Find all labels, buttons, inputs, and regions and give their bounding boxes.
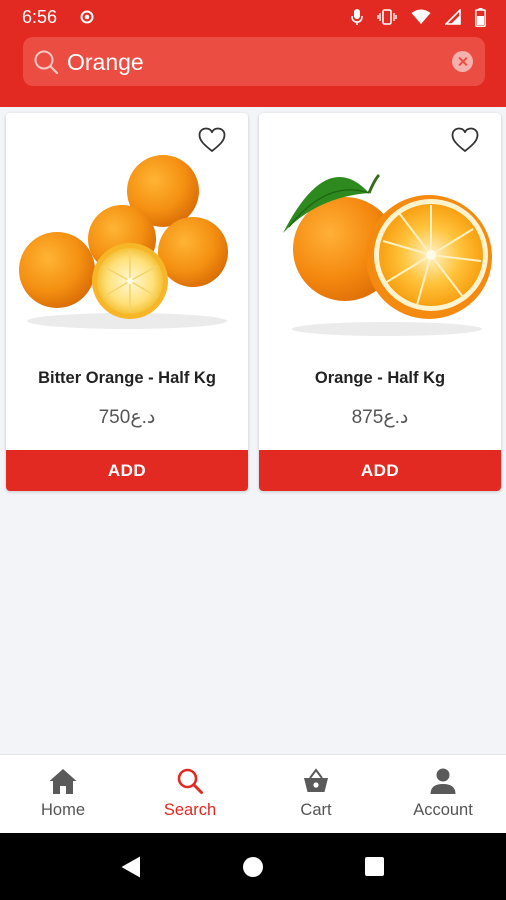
nav-item-home[interactable]: Home <box>0 755 126 834</box>
status-icons <box>351 7 486 27</box>
product-card[interactable]: Orange - Half Kg 875د.ع ADD <box>259 113 501 491</box>
record-icon <box>80 10 94 29</box>
clear-search-button[interactable] <box>452 51 473 72</box>
system-navigation-bar <box>0 833 506 900</box>
product-name: Bitter Orange - Half Kg <box>38 369 216 387</box>
product-card[interactable]: Bitter Orange - Half Kg 750د.ع ADD <box>6 113 248 491</box>
product-price: 875د.ع <box>351 407 409 428</box>
basket-icon <box>302 767 330 800</box>
nav-label: Cart <box>300 801 332 819</box>
home-icon <box>48 767 78 800</box>
search-input[interactable] <box>65 45 429 79</box>
search-icon <box>176 767 204 800</box>
status-bar: 6:56 <box>0 0 506 34</box>
vibrate-icon <box>377 9 397 25</box>
app-header: 6:56 <box>0 0 506 107</box>
battery-icon <box>475 7 486 27</box>
back-icon[interactable] <box>120 855 142 884</box>
nav-item-cart[interactable]: Cart <box>253 755 379 834</box>
nav-item-search[interactable]: Search <box>127 755 253 834</box>
home-button-icon[interactable] <box>243 857 263 877</box>
bitter-orange-image <box>19 155 228 329</box>
recent-apps-icon[interactable] <box>365 857 384 876</box>
search-icon <box>33 49 59 80</box>
nav-label: Search <box>163 801 217 819</box>
search-bar[interactable] <box>23 37 485 86</box>
add-to-cart-button[interactable]: ADD <box>6 450 248 491</box>
nav-label: Home <box>40 801 85 819</box>
status-time: 6:56 <box>22 7 58 27</box>
product-price: 750د.ع <box>98 407 156 428</box>
product-name: Orange - Half Kg <box>314 369 446 387</box>
wifi-icon <box>411 9 431 25</box>
bottom-navigation: Home Search Cart Account <box>0 754 506 834</box>
orange-image <box>283 173 492 336</box>
nav-item-account[interactable]: Account <box>380 755 506 834</box>
nav-label: Account <box>413 801 473 819</box>
person-icon <box>429 767 457 800</box>
mic-icon <box>351 8 363 26</box>
add-to-cart-button[interactable]: ADD <box>259 450 501 491</box>
signal-icon <box>445 9 461 25</box>
